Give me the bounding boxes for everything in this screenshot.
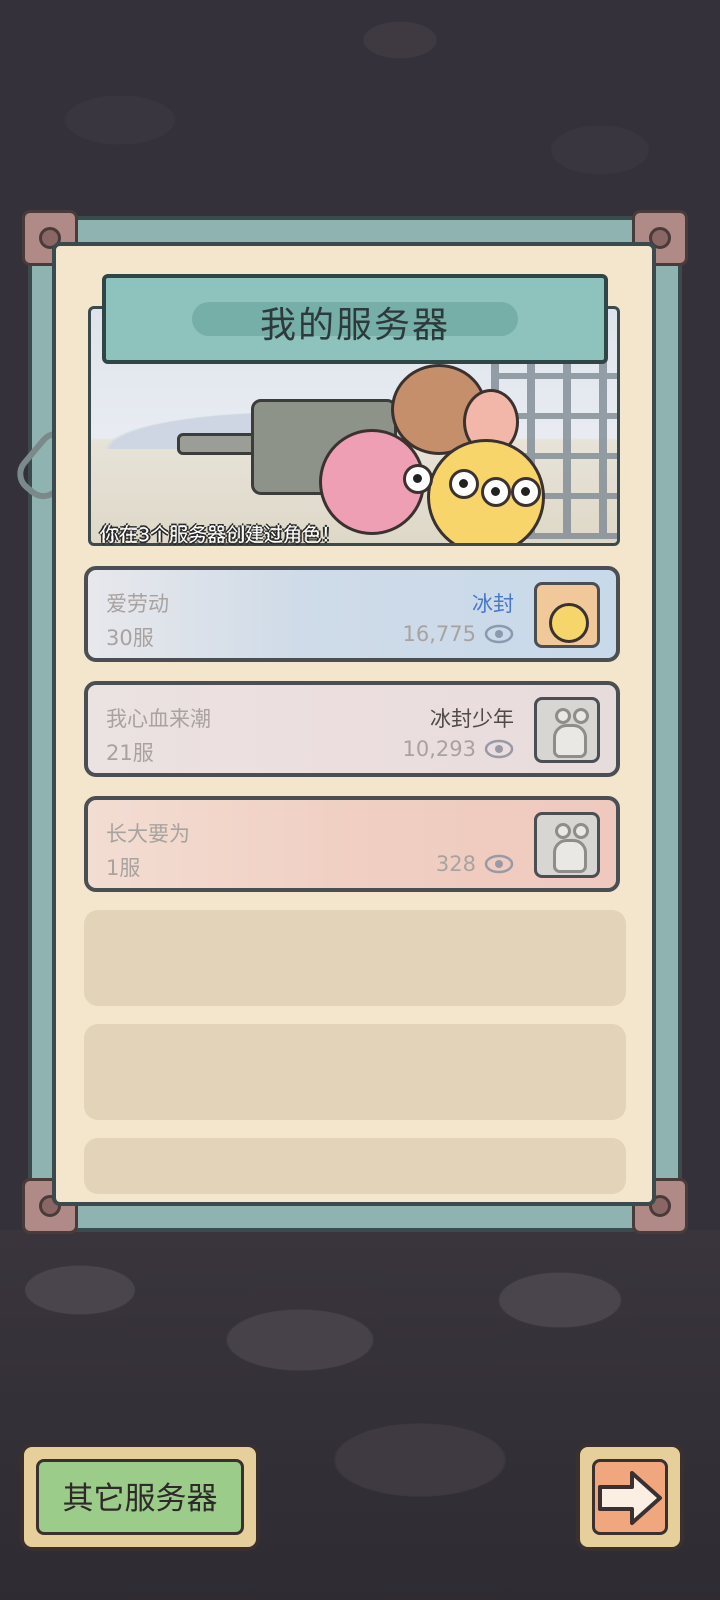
server-number: 1服 <box>106 856 141 880</box>
eye-icon <box>484 624 514 644</box>
background-top <box>0 0 720 240</box>
server-card[interactable]: 我心血来潮 21服 冰封少年 10,293 <box>84 681 620 777</box>
title-banner: 我的服务器 <box>102 274 608 364</box>
empty-server-slot <box>84 1024 626 1120</box>
view-count: 16,775 <box>402 622 476 646</box>
server-number: 21服 <box>106 741 154 765</box>
character-status: 冰封 <box>472 592 514 616</box>
banner-caption: 你在3个服务器创建过角色！ <box>100 524 341 546</box>
empty-server-slot <box>84 1138 626 1194</box>
arrow-right-icon <box>598 1471 662 1525</box>
character-name: 我心血来潮 <box>106 707 211 731</box>
empty-server-slot <box>84 910 626 1006</box>
server-number: 30服 <box>106 626 154 650</box>
next-button[interactable] <box>576 1443 684 1551</box>
server-card[interactable]: 爱劳动 30服 冰封 16,775 <box>84 566 620 662</box>
server-card[interactable]: 长大要为 1服 328 <box>84 796 620 892</box>
snail-placeholder-avatar <box>534 812 600 878</box>
character-name: 爱劳动 <box>106 592 169 616</box>
other-servers-button[interactable]: 其它服务器 <box>20 1443 260 1551</box>
chick-avatar <box>534 582 600 648</box>
page-title: 我的服务器 <box>259 305 450 346</box>
eye-icon <box>484 854 514 874</box>
eye-icon <box>484 739 514 759</box>
view-count: 10,293 <box>402 737 476 761</box>
other-servers-label: 其它服务器 <box>62 1481 218 1517</box>
character-status: 冰封少年 <box>430 707 514 731</box>
view-count: 328 <box>435 852 476 876</box>
character-name: 长大要为 <box>106 822 190 846</box>
snail-placeholder-avatar <box>534 697 600 763</box>
